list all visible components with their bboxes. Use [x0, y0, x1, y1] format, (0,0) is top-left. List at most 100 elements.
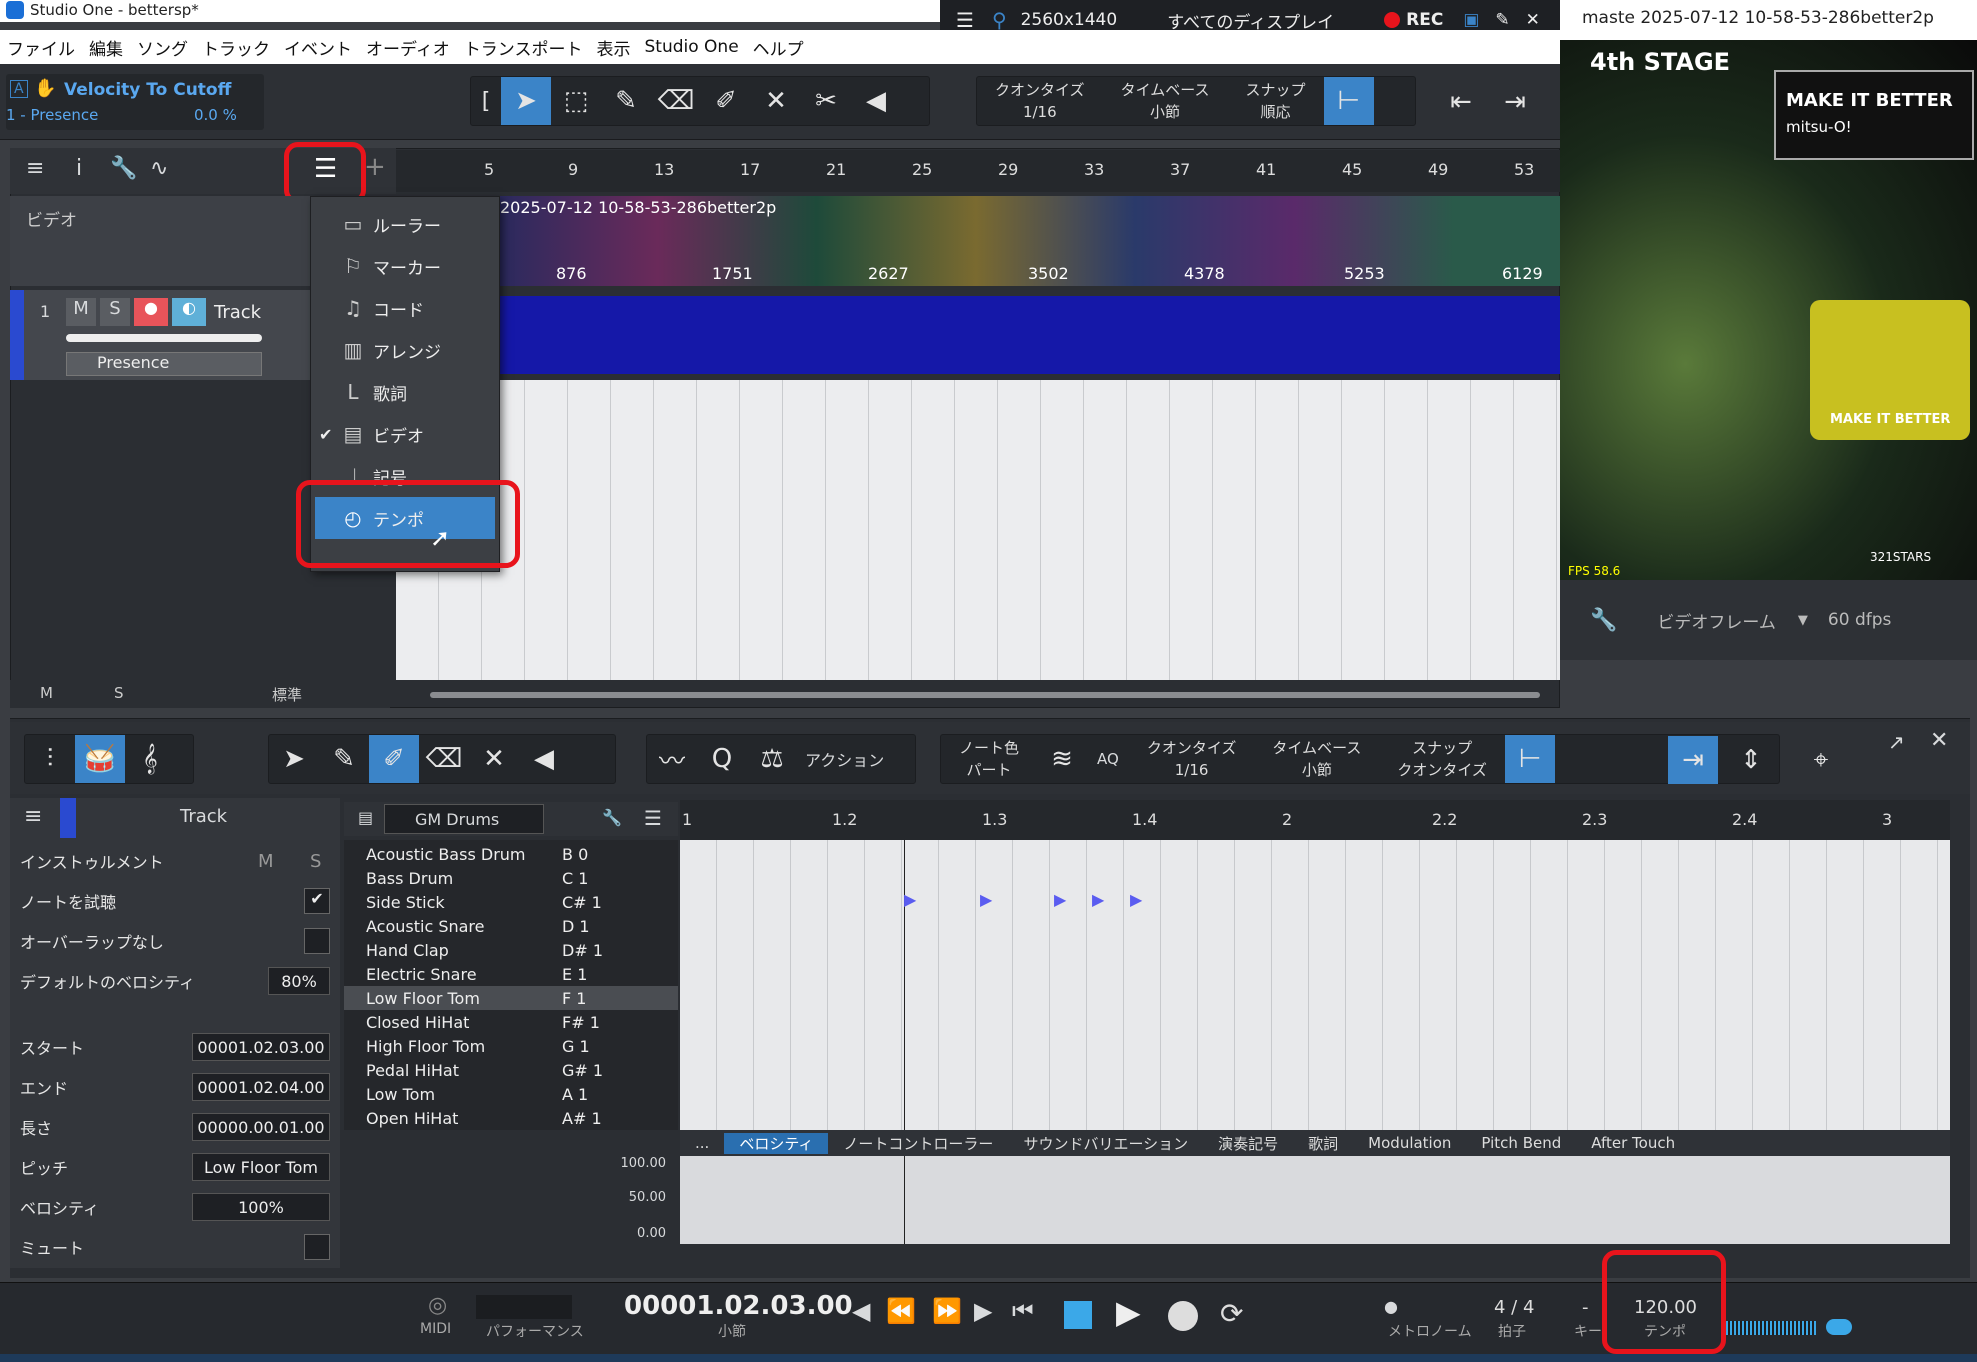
camera-icon[interactable]: ▣ [1463, 10, 1479, 30]
quantize-q-icon[interactable]: Q [697, 735, 747, 783]
menu-song[interactable]: ソング [130, 35, 195, 60]
menu-file[interactable]: ファイル [0, 35, 82, 60]
drum-row-selected[interactable]: Low Floor Tom F 1 [344, 986, 678, 1010]
solo-button[interactable]: S [100, 298, 130, 326]
close-icon[interactable]: ✕ [1526, 10, 1540, 30]
eraser-tool-icon[interactable]: ⌫ [419, 735, 469, 783]
wrench-icon[interactable]: 🔧 [110, 156, 137, 181]
list-icon[interactable]: ☰ [644, 806, 662, 830]
return-to-zero-icon[interactable]: ⏮ [1012, 1297, 1034, 1325]
monitor-button[interactable]: ◐ [172, 298, 206, 326]
record-arm-button[interactable]: ● [134, 298, 168, 326]
drum-row[interactable]: High Floor Tom G 1 [344, 1034, 678, 1058]
recorder-display[interactable]: すべてのディスプレイ [1167, 8, 1334, 33]
mute-tool-icon[interactable]: ✕ [469, 735, 519, 783]
instrument-track-header[interactable]: 1 M S ● ◐ Track Presence [10, 290, 310, 380]
fast-forward-icon[interactable]: ⏩ [932, 1297, 962, 1325]
tab-more[interactable]: ... [680, 1134, 724, 1152]
editor-track-name[interactable]: Track [180, 806, 227, 827]
range-tool-icon[interactable]: ⬚ [551, 77, 601, 125]
inspector-toggle-icon[interactable]: ⫶ [25, 735, 75, 783]
snap-toggle-icon[interactable]: ⊢ [1323, 77, 1374, 125]
stop-icon[interactable] [1064, 1301, 1092, 1329]
info-icon[interactable]: i [76, 156, 82, 181]
tab-pitch-bend[interactable]: Pitch Bend [1466, 1134, 1576, 1152]
fps-value[interactable]: 60 dfps [1828, 610, 1891, 630]
target-icon[interactable]: ⌖ [1796, 736, 1846, 784]
macro-panel[interactable]: A ✋ Velocity To Cutoff 1 - Presence 0.0 … [6, 74, 264, 130]
time-signature[interactable]: 4 / 4 [1494, 1297, 1534, 1318]
mute-checkbox[interactable] [304, 1234, 330, 1260]
start-field[interactable]: 00001.02.03.00 [192, 1033, 330, 1061]
editor-ruler[interactable]: 1 1.2 1.3 1.4 2 2.2 2.3 2.4 3 [680, 800, 1950, 840]
menu-item-arrange[interactable]: ▥ アレンジ [311, 329, 499, 371]
drum-row[interactable]: Bass Drum C 1 [344, 866, 678, 890]
position-unit[interactable]: 小節 [718, 1321, 746, 1341]
timeline-ruler[interactable]: 5 9 13 17 21 25 29 33 37 41 45 49 53 [396, 150, 1560, 192]
instrument-select[interactable]: Presence [66, 352, 262, 376]
velocity-lines-icon[interactable]: ≋ [1037, 735, 1087, 783]
menu-item-ruler[interactable]: ▭ ルーラー [311, 203, 499, 245]
pen-icon[interactable]: ✎ [1495, 10, 1509, 30]
menu-studio-one[interactable]: Studio One [637, 37, 745, 57]
menu-help[interactable]: ヘルプ [746, 35, 811, 60]
metronome-label[interactable]: メトロノーム [1388, 1321, 1472, 1341]
drum-row[interactable]: Electric Snare E 1 [344, 962, 678, 986]
drum-row[interactable]: Closed HiHat F# 1 [344, 1010, 678, 1034]
listen-tool-icon[interactable]: ◀ [851, 77, 901, 125]
autoscroll-icon[interactable]: ⇥ [1668, 736, 1718, 784]
snap-toggle-icon[interactable]: ⊢ [1504, 735, 1555, 783]
menu-item-marker[interactable]: ⚐ マーカー [311, 245, 499, 287]
automation-curve-icon[interactable]: ∿ [150, 156, 168, 181]
footer-mode[interactable]: 標準 [272, 684, 302, 705]
drum-row[interactable]: Hand Clap D# 1 [344, 938, 678, 962]
menu-item-video[interactable]: ✔ ▤ ビデオ [311, 413, 499, 455]
menu-audio[interactable]: オーディオ [359, 35, 457, 60]
tab-note-controller[interactable]: ノートコントローラー [828, 1133, 1008, 1154]
aq-button[interactable]: AQ [1097, 750, 1119, 768]
footer-solo[interactable]: S [114, 684, 124, 702]
horizontal-scrollbar[interactable] [430, 692, 1540, 698]
split-view-icon[interactable]: ⇕ [1726, 736, 1776, 784]
snap-control[interactable]: スナップ 順応 [1228, 79, 1324, 123]
score-icon[interactable]: 𝄞 [125, 735, 175, 783]
tab-after-touch[interactable]: After Touch [1576, 1134, 1690, 1152]
metronome-click-icon[interactable]: ● [1384, 1297, 1398, 1316]
menu-view[interactable]: 表示 [589, 35, 637, 60]
mute-button[interactable]: M [66, 298, 96, 326]
menu-track[interactable]: トラック [195, 35, 277, 60]
tab-sound-variation[interactable]: サウンドバリエーション [1008, 1133, 1203, 1154]
drum-grid[interactable]: ▶ ▶ ▶ ▶ ▶ [680, 840, 1950, 1130]
drum-map-select[interactable]: GM Drums [384, 804, 544, 834]
paint-tool-icon[interactable]: ✐ [701, 77, 751, 125]
drum-note[interactable]: ▶ [1130, 890, 1142, 909]
tab-velocity[interactable]: ベロシティ [724, 1132, 829, 1154]
menu-item-chord[interactable]: ♫ コード [311, 287, 499, 329]
note-color-control[interactable]: ノート色 パート [941, 737, 1037, 781]
frame-label[interactable]: ビデオフレーム [1657, 608, 1776, 633]
menu-item-lyrics[interactable]: L 歌詞 [311, 371, 499, 413]
rec-label[interactable]: REC [1406, 10, 1443, 30]
drum-row[interactable]: Pedal HiHat G# 1 [344, 1058, 678, 1082]
drum-editor-icon[interactable]: 🥁 [75, 735, 125, 783]
key-value[interactable]: - [1582, 1297, 1589, 1318]
default-velocity-field[interactable]: 80% [268, 967, 330, 995]
wrench-icon[interactable]: 🔧 [602, 808, 622, 827]
autoscroll-icon[interactable]: ⇥ [1490, 78, 1540, 126]
velocity-lane[interactable] [680, 1156, 1950, 1244]
expand-icon[interactable]: ↗ [1888, 730, 1905, 754]
menu-transport[interactable]: トランスポート [457, 35, 590, 60]
toggle-switch[interactable] [1826, 1319, 1852, 1335]
drum-row[interactable]: Acoustic Snare D 1 [344, 914, 678, 938]
pitch-select[interactable]: Low Floor Tom [192, 1153, 330, 1181]
drum-note[interactable]: ▶ [1054, 890, 1066, 909]
drum-note[interactable]: ▶ [980, 890, 992, 909]
volume-slider[interactable] [66, 334, 262, 342]
inspector-solo[interactable]: S [310, 851, 321, 872]
action-menu[interactable]: アクション [805, 747, 884, 771]
quantize-control[interactable]: クオンタイズ 1/16 [977, 79, 1103, 123]
loop-icon[interactable]: ⟳ [1220, 1297, 1243, 1330]
macro-value[interactable]: 0.0 % [194, 106, 237, 124]
pencil-tool-icon[interactable]: ✎ [319, 735, 369, 783]
list-icon[interactable]: ≡ [24, 804, 42, 829]
